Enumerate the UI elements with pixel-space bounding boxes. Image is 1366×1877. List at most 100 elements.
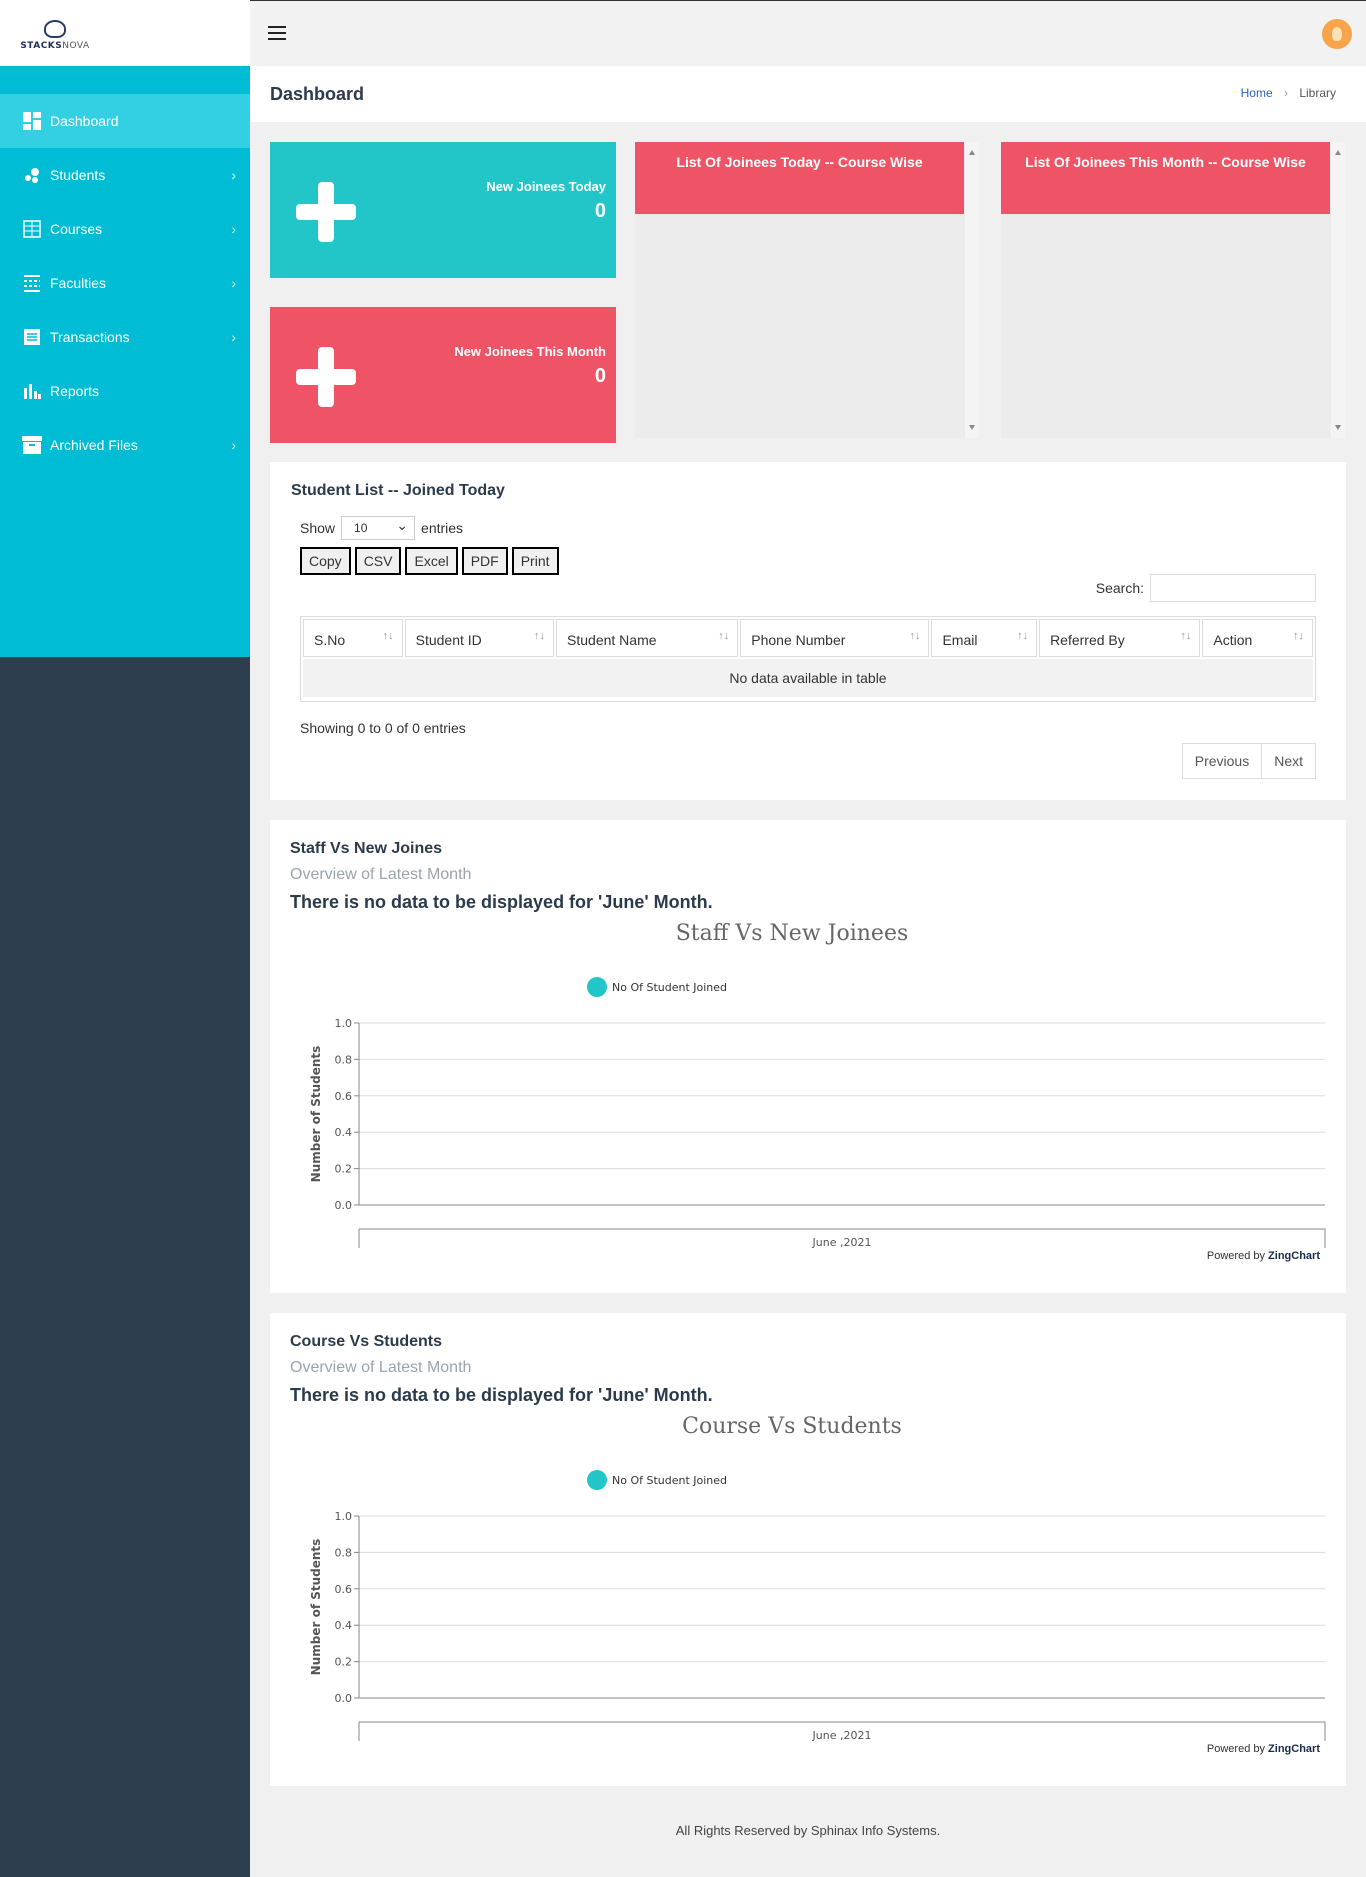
chart-title: Staff Vs New Joinees bbox=[676, 921, 909, 946]
empty-table-message: No data available in table bbox=[303, 659, 1313, 697]
topbar bbox=[250, 0, 1366, 66]
sidebar-item-archived-files[interactable]: Archived Files › bbox=[0, 418, 250, 472]
sort-icon: ↑↓ bbox=[909, 630, 921, 642]
page-title: Dashboard bbox=[270, 84, 365, 104]
y-tick-label: 1.0 bbox=[335, 1017, 353, 1030]
y-tick-label: 0.2 bbox=[335, 1163, 353, 1176]
column-header-student-id[interactable]: Student ID ↑↓ bbox=[404, 619, 555, 657]
sort-asc-icon: ↑↓ bbox=[382, 630, 394, 642]
reports-icon bbox=[22, 381, 42, 401]
zingchart-link[interactable]: ZingChart bbox=[1268, 1743, 1320, 1755]
sidebar-item-reports[interactable]: Reports bbox=[0, 364, 250, 418]
sidebar-item-label: Students bbox=[50, 167, 106, 183]
student-table: S.No ↑↓ Student ID ↑↓ Student Name ↑↓ Phone… bbox=[300, 616, 1316, 702]
staff-vs-joinees-panel: Staff Vs New Joines Overview of Latest M… bbox=[270, 820, 1346, 1293]
breadcrumb-current: Library bbox=[1299, 86, 1336, 100]
y-tick-label: 0.6 bbox=[335, 1583, 353, 1596]
new-joinees-month-card: New Joinees This Month 0 bbox=[270, 307, 616, 443]
csv-button[interactable]: CSV bbox=[354, 547, 402, 575]
y-axis-label: Number of Students bbox=[309, 1539, 323, 1676]
breadcrumb-home-link[interactable]: Home bbox=[1241, 86, 1273, 100]
sidebar-item-transactions[interactable]: Transactions › bbox=[0, 310, 250, 364]
column-label: Action bbox=[1213, 632, 1253, 648]
brand-logo[interactable]: STACKSNOVA bbox=[0, 0, 110, 66]
sidebar-item-courses[interactable]: Courses › bbox=[0, 202, 250, 256]
powered-by: Powered by ZingChart bbox=[1207, 1743, 1320, 1755]
entries-length: Show 10 entries bbox=[300, 514, 464, 540]
sidebar: STACKSNOVA Dashboard Students › Courses … bbox=[0, 0, 250, 1877]
archive-icon bbox=[22, 435, 42, 455]
user-avatar[interactable] bbox=[1322, 19, 1352, 49]
stat-value: 0 bbox=[594, 365, 606, 387]
legend-label: No Of Student Joined bbox=[612, 981, 727, 994]
table-info: Showing 0 to 0 of 0 entries bbox=[300, 720, 466, 736]
plus-icon bbox=[296, 182, 356, 242]
entries-label: entries bbox=[421, 520, 464, 536]
scroll-down-icon[interactable] bbox=[1335, 425, 1341, 430]
brand-name-light: NOVA bbox=[62, 40, 90, 51]
scroll-down-icon[interactable] bbox=[969, 425, 975, 430]
sidebar-item-faculties[interactable]: Faculties › bbox=[0, 256, 250, 310]
entries-select[interactable]: 10 bbox=[341, 514, 416, 540]
y-axis-label: Number of Students bbox=[309, 1046, 323, 1183]
stat-label: New Joinees This Month bbox=[454, 344, 606, 359]
column-header-sno[interactable]: S.No ↑↓ bbox=[303, 619, 403, 657]
previous-page-button[interactable]: Previous bbox=[1183, 744, 1261, 778]
scrollbar[interactable] bbox=[965, 142, 979, 438]
y-tick-label: 0.2 bbox=[335, 1656, 353, 1669]
breadcrumb-separator-icon: › bbox=[1283, 86, 1288, 100]
scroll-up-icon[interactable] bbox=[1335, 150, 1341, 155]
course-vs-students-panel: Course Vs Students Overview of Latest Mo… bbox=[270, 1313, 1346, 1786]
chevron-right-icon: › bbox=[231, 329, 236, 345]
column-header-phone-number[interactable]: Phone Number ↑↓ bbox=[740, 619, 930, 657]
joinees-today-course-panel: List Of Joinees Today -- Course Wise bbox=[635, 142, 979, 438]
stat-label: New Joinees Today bbox=[486, 179, 606, 194]
column-label: Student Name bbox=[567, 632, 657, 648]
plus-icon bbox=[296, 347, 356, 407]
show-label: Show bbox=[300, 520, 336, 536]
next-page-button[interactable]: Next bbox=[1261, 744, 1315, 778]
scroll-up-icon[interactable] bbox=[969, 150, 975, 155]
print-button[interactable]: Print bbox=[511, 547, 559, 575]
x-tick-label: June ,2021 bbox=[812, 1236, 872, 1249]
chevron-right-icon: › bbox=[231, 437, 236, 453]
student-list-panel: Student List -- Joined Today Show 10 ent… bbox=[270, 462, 1346, 800]
sidebar-item-label: Archived Files bbox=[50, 437, 138, 453]
y-tick-label: 1.0 bbox=[335, 1510, 353, 1523]
sidebar-item-dashboard[interactable]: Dashboard bbox=[0, 94, 250, 148]
column-label: Referred By bbox=[1050, 632, 1125, 648]
lion-logo-icon bbox=[44, 19, 66, 38]
footer-text: All Rights Reserved by Sphinax Info Syst… bbox=[675, 1823, 941, 1838]
column-label: Student ID bbox=[415, 632, 482, 648]
joinees-month-course-panel: List Of Joinees This Month -- Course Wis… bbox=[1001, 142, 1345, 438]
powered-by-label: Powered by bbox=[1206, 1250, 1265, 1262]
copy-button[interactable]: Copy bbox=[300, 547, 351, 575]
pagination: Previous Next bbox=[1181, 743, 1316, 779]
panel-heading: List Of Joinees Today -- Course Wise bbox=[635, 142, 964, 214]
scrollbar[interactable] bbox=[1331, 142, 1345, 438]
pdf-button[interactable]: PDF bbox=[461, 547, 508, 575]
y-tick-label: 0.8 bbox=[335, 1546, 353, 1559]
legend-label: No Of Student Joined bbox=[612, 1474, 727, 1487]
logo-area: STACKSNOVA bbox=[0, 0, 250, 66]
column-header-student-name[interactable]: Student Name ↑↓ bbox=[556, 619, 739, 657]
excel-button[interactable]: Excel bbox=[405, 547, 458, 575]
sidebar-item-label: Faculties bbox=[50, 275, 107, 291]
powered-by: Powered by ZingChart bbox=[1207, 1250, 1320, 1262]
page-header: Dashboard Home › Library bbox=[250, 66, 1366, 122]
sort-icon: ↑↓ bbox=[1180, 630, 1192, 642]
search-input[interactable] bbox=[1150, 574, 1316, 602]
column-header-referred-by[interactable]: Referred By ↑↓ bbox=[1039, 619, 1201, 657]
chart-title: Course Vs Students bbox=[682, 1414, 902, 1439]
column-header-email[interactable]: Email ↑↓ bbox=[931, 619, 1038, 657]
chevron-right-icon: › bbox=[231, 221, 236, 237]
course-vs-students-chart: Course Vs Students No Of Student Joined 0.… bbox=[309, 1414, 1326, 1742]
legend-marker bbox=[587, 977, 607, 997]
stat-value: 0 bbox=[594, 200, 606, 222]
zingchart-link[interactable]: ZingChart bbox=[1268, 1250, 1320, 1262]
sidebar-item-label: Transactions bbox=[50, 329, 130, 345]
brand-name-bold: STACKS bbox=[20, 40, 63, 51]
sidebar-item-students[interactable]: Students › bbox=[0, 148, 250, 202]
hamburger-menu-icon[interactable] bbox=[268, 26, 286, 40]
column-header-action[interactable]: Action ↑↓ bbox=[1202, 619, 1313, 657]
